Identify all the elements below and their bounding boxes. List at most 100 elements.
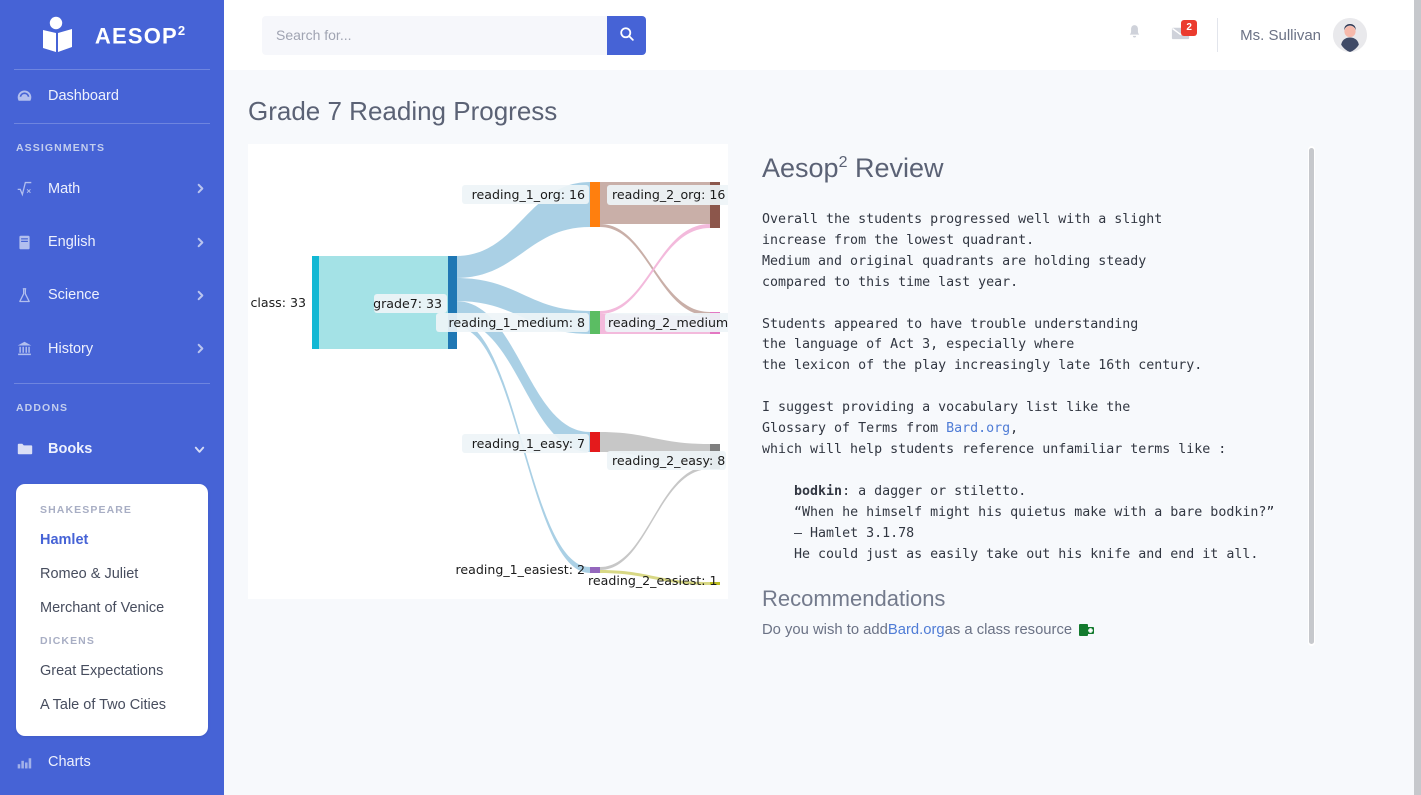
page-scrollbar[interactable] — [1414, 0, 1421, 795]
search-input[interactable] — [262, 15, 607, 55]
folder-icon — [16, 440, 42, 458]
sidebar-item-history[interactable]: History — [0, 322, 224, 375]
books-group-heading: DICKENS — [40, 634, 95, 647]
topbar: 2 Ms. Sullivan — [224, 0, 1421, 70]
svg-text:grade7: 33: grade7: 33 — [373, 296, 442, 311]
sidebar: AESOP2 Dashboard ASSIGNMENTS Math Englis… — [0, 0, 224, 795]
topbar-separator — [1217, 18, 1219, 52]
brand-name: AESOP2 — [94, 23, 186, 49]
sidebar-item-dashboard[interactable]: Dashboard — [0, 70, 224, 123]
search-button[interactable] — [607, 15, 646, 55]
glossary-term-citation: – Hamlet 3.1.78 — [794, 525, 915, 541]
dashboard-icon — [16, 88, 42, 105]
glossary-term-note: He could just as easily take out his kni… — [794, 546, 1259, 562]
avatar[interactable] — [1333, 18, 1367, 52]
sidebar-item-math[interactable]: Math — [0, 162, 224, 215]
bar-chart-icon — [16, 754, 42, 771]
review-scrollbar-thumb[interactable] — [1309, 148, 1314, 644]
bell-icon — [1125, 23, 1144, 47]
sidebar-item-label: History — [48, 340, 94, 357]
chevron-right-icon — [195, 343, 206, 354]
svg-text:reading_1_easiest: 2: reading_1_easiest: 2 — [456, 562, 585, 577]
sankey-node-reading-1-org — [590, 182, 600, 227]
sidebar-item-label: Math — [48, 180, 81, 197]
review-paragraph-2: Students appeared to have trouble unders… — [762, 316, 1203, 374]
review-body: Overall the students progressed well wit… — [762, 210, 1323, 565]
chevron-right-icon — [195, 290, 206, 301]
sankey-diagram: class: 33 grade7: 33 reading_1_org: 16 r… — [248, 144, 728, 599]
notifications-button[interactable] — [1111, 12, 1157, 58]
sidebar-item-books[interactable]: Books — [0, 422, 224, 475]
book-item-romeo-and-juliet[interactable]: Romeo & Juliet — [16, 557, 208, 591]
sankey-node-label-reading-1-medium: reading_1_medium: 8 — [436, 313, 589, 332]
sankey-node-label-reading-2-medium: reading_2_medium: 8 — [605, 313, 728, 332]
glossary-term-word: bodkin — [794, 483, 843, 499]
sankey-node-label-class: class: 33 — [250, 295, 306, 310]
svg-text:reading_1_medium: 8: reading_1_medium: 8 — [449, 315, 585, 330]
sankey-node-label-grade7: grade7: 33 — [373, 294, 447, 313]
svg-text:reading_2_easiest: 1: reading_2_easiest: 1 — [588, 573, 717, 588]
recommendation-post-text: as a class resource — [944, 622, 1073, 639]
sankey-node-label-reading-1-easy: reading_1_easy: 7 — [462, 434, 589, 453]
search-icon — [619, 26, 635, 45]
sidebar-item-charts[interactable]: Charts — [0, 736, 224, 789]
app-root: AESOP2 Dashboard ASSIGNMENTS Math Englis… — [0, 0, 1421, 795]
search-bar — [262, 15, 646, 55]
sidebar-item-label: Dashboard — [48, 88, 119, 105]
page-scrollbar-thumb[interactable] — [1414, 0, 1421, 795]
user-name: Ms. Sullivan — [1240, 26, 1321, 44]
svg-text:reading_1_org: 16: reading_1_org: 16 — [472, 187, 585, 202]
sankey-node-label-reading-2-easy: reading_2_easy: 8 — [607, 451, 726, 470]
book-item-great-expectations[interactable]: Great Expectations — [16, 654, 208, 688]
books-group-heading: SHAKESPEARE — [40, 503, 133, 516]
book-item-hamlet[interactable]: Hamlet — [16, 523, 208, 557]
math-sqrt-icon — [16, 180, 42, 197]
svg-text:reading_2_medium: 8: reading_2_medium: 8 — [608, 315, 728, 330]
svg-text:reading_2_org: 16: reading_2_org: 16 — [612, 187, 725, 202]
sankey-node-label-reading-2-org: reading_2_org: 16 — [607, 185, 728, 205]
sankey-node-label-reading-1-org: reading_1_org: 16 — [462, 185, 589, 204]
recommendation-line: Do you wish to add Bard.org as a class r… — [762, 622, 1323, 638]
svg-text:class: 33: class: 33 — [250, 295, 306, 310]
sidebar-item-label: English — [48, 234, 96, 251]
add-resource-icon[interactable] — [1079, 623, 1095, 637]
sankey-chart-card[interactable]: class: 33 grade7: 33 reading_1_org: 16 r… — [248, 144, 728, 599]
book-icon — [16, 234, 42, 251]
glossary-term-quote: “When he himself might his quietus make … — [794, 504, 1275, 520]
book-item-a-tale-of-two-cities[interactable]: A Tale of Two Cities — [16, 688, 208, 722]
glossary-term-definition: : a dagger or stiletto. — [842, 483, 1027, 499]
sidebar-item-label: Charts — [48, 754, 91, 771]
topbar-right: 2 Ms. Sullivan — [1111, 12, 1397, 58]
book-item-merchant-of-venice[interactable]: Merchant of Venice — [16, 591, 208, 625]
flask-icon — [16, 287, 42, 304]
sidebar-item-label: Science — [48, 287, 100, 304]
sidebar-section-assignments: ASSIGNMENTS — [16, 142, 106, 155]
bard-org-link-inline[interactable]: Bard.org — [946, 421, 1010, 436]
sankey-node-reading-1-easy — [590, 432, 600, 452]
review-paragraph-1: Overall the students progressed well wit… — [762, 212, 1163, 290]
sidebar-item-science[interactable]: Science — [0, 269, 224, 322]
messages-button[interactable]: 2 — [1157, 12, 1203, 58]
review-title: Aesop2 Review — [762, 153, 944, 183]
sankey-node-label-reading-2-easiest: reading_2_easiest: 1 — [588, 573, 717, 588]
sankey-node-label-reading-1-easiest: reading_1_easiest: 2 — [456, 562, 585, 577]
page-title: Grade 7 Reading Progress — [248, 96, 558, 126]
messages-badge: 2 — [1181, 20, 1198, 36]
main-area: 2 Ms. Sullivan Grade 7 Reading Progress — [224, 0, 1421, 795]
sankey-node-reading-1-medium — [590, 311, 600, 334]
svg-text:reading_2_easy: 8: reading_2_easy: 8 — [612, 453, 725, 468]
recommendation-pre-text: Do you wish to add — [762, 622, 888, 639]
open-book-logo-icon — [39, 16, 83, 56]
brand[interactable]: AESOP2 — [0, 0, 224, 69]
review-panel: Aesop2 Review Overall the students progr… — [728, 144, 1323, 646]
review-scrollbar[interactable] — [1308, 146, 1315, 646]
museum-icon — [16, 340, 42, 357]
sankey-node-grade7 — [448, 256, 457, 349]
bard-org-link-recommendation[interactable]: Bard.org — [888, 622, 945, 638]
chevron-right-icon — [195, 237, 206, 248]
sankey-node-class — [312, 256, 319, 349]
sidebar-item-english[interactable]: English — [0, 215, 224, 268]
svg-text:reading_1_easy: 7: reading_1_easy: 7 — [472, 436, 585, 451]
books-submenu-panel: SHAKESPEARE Hamlet Romeo & Juliet Mercha… — [16, 483, 208, 736]
chevron-right-icon — [195, 183, 206, 194]
